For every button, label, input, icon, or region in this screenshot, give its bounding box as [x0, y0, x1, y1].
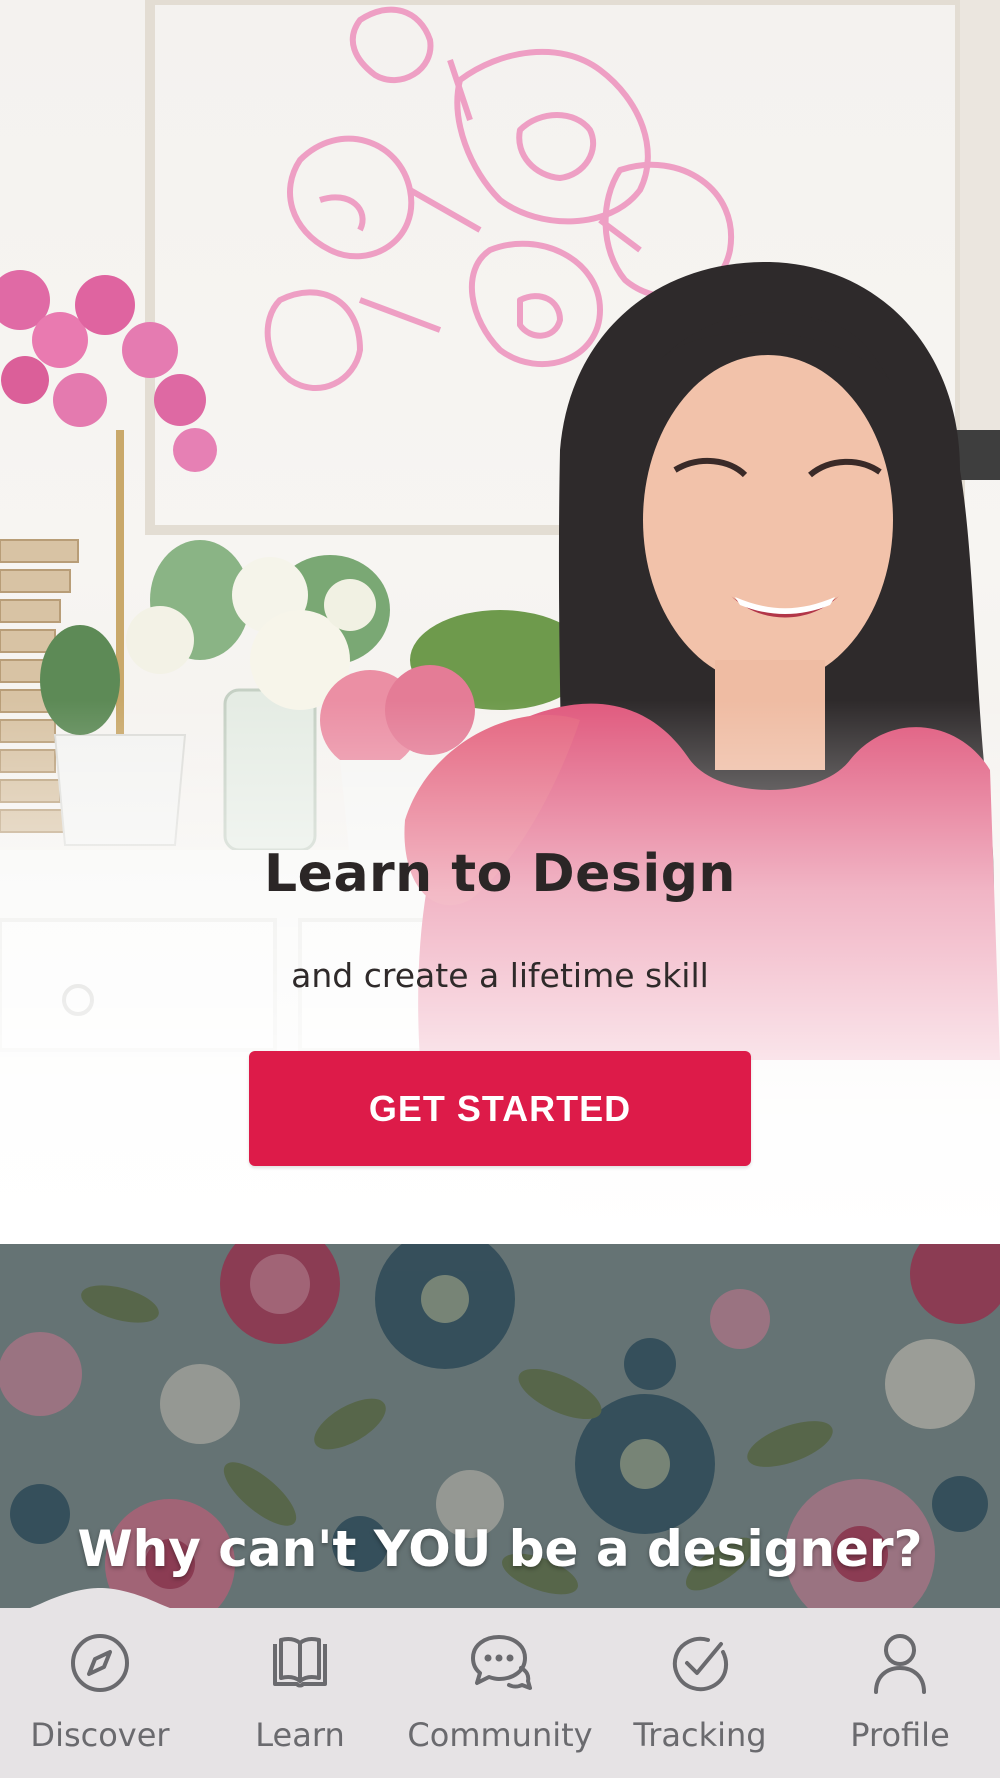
nav-item-discover[interactable]: Discover [0, 1620, 200, 1770]
get-started-button[interactable]: GET STARTED [249, 1051, 751, 1166]
nav-item-learn[interactable]: Learn [200, 1620, 400, 1770]
nav-label-community: Community [407, 1716, 593, 1754]
nav-label-learn: Learn [255, 1716, 345, 1754]
user-icon [874, 1634, 926, 1694]
nav-label-tracking: Tracking [633, 1716, 767, 1754]
book-icon [273, 1637, 327, 1688]
nav-label-profile: Profile [850, 1716, 950, 1754]
compass-icon [71, 1634, 129, 1692]
nav-label-discover: Discover [30, 1716, 170, 1754]
nav-item-tracking[interactable]: Tracking [600, 1620, 800, 1770]
hero-title: Learn to Design [264, 844, 736, 904]
nav-item-profile[interactable]: Profile [800, 1620, 1000, 1770]
chat-bubbles-icon [471, 1635, 532, 1690]
nav-item-community[interactable]: Community [400, 1620, 600, 1770]
promo-title: Why can't YOU be a designer? [77, 1520, 923, 1578]
hero-subtitle: and create a lifetime skill [291, 956, 709, 995]
check-circle-icon [673, 1636, 729, 1692]
